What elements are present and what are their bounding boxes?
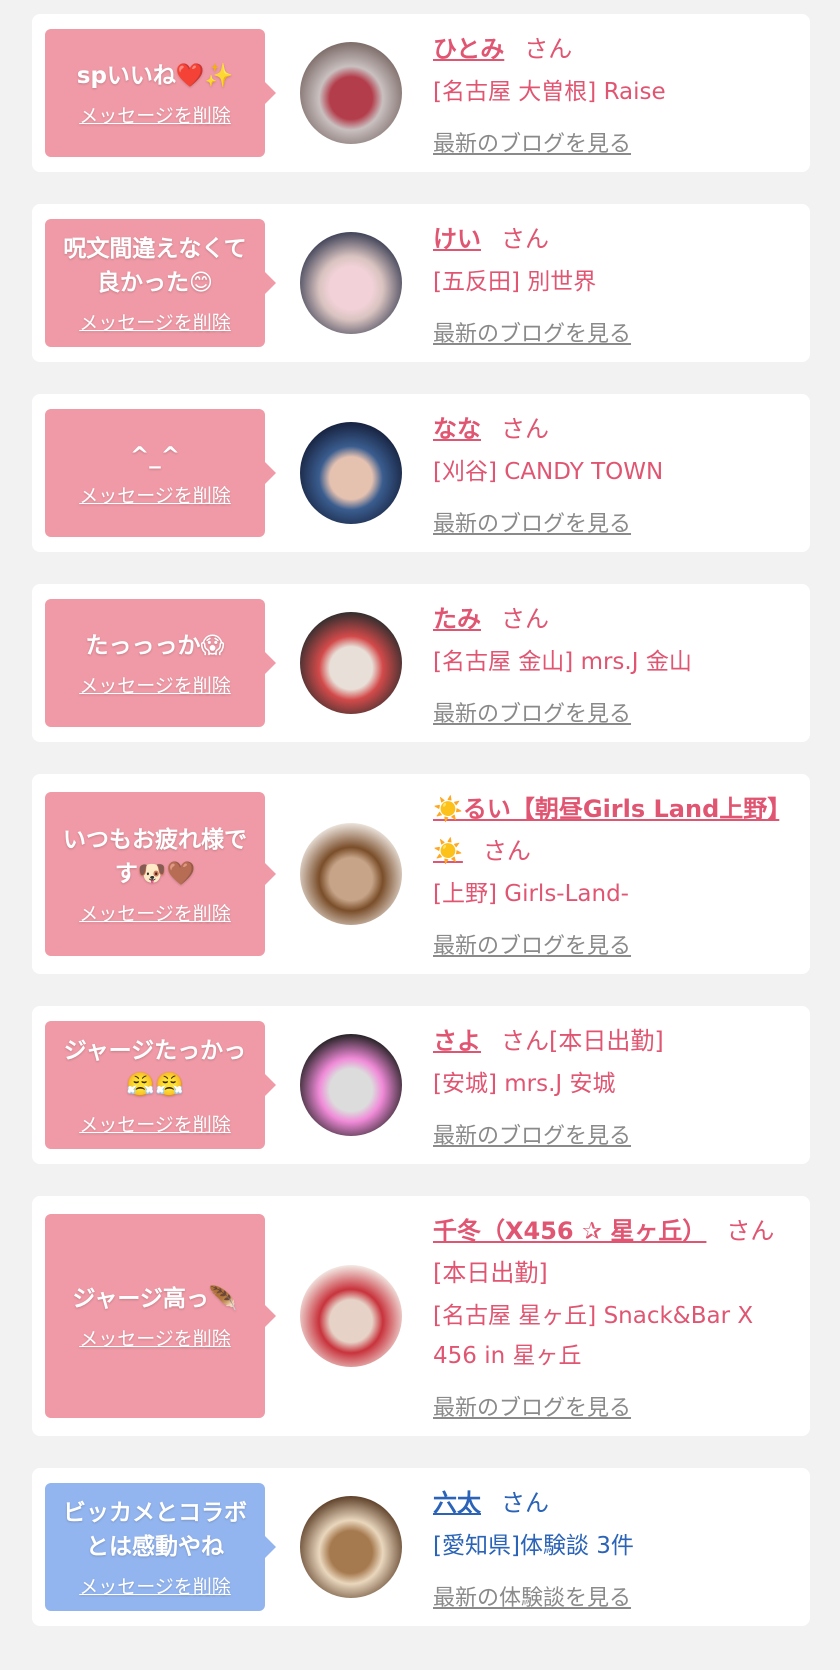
message-text: いつもお疲れ様です🐶🤎 — [63, 826, 247, 887]
sender-info: さよ さん[本日出勤] [安城] mrs.J 安城最新のブログを見る — [433, 1020, 810, 1150]
latest-post-link[interactable]: 最新のブログを見る — [433, 1390, 784, 1422]
avatar[interactable] — [300, 823, 402, 925]
honorific-suffix: さん — [482, 837, 531, 865]
sender-info: 六太 さん [愛知県]体験談 3件最新の体験談を見る — [433, 1482, 810, 1612]
message-card: たっっっか😱 メッセージを削除 たみ さん [名古屋 金山] mrs.J 金山最新のブロ… — [32, 584, 810, 742]
message-bubble: spいいね❤️✨ メッセージを削除 — [45, 29, 276, 157]
message-bubble: たっっっか😱 メッセージを削除 — [45, 599, 276, 727]
latest-post-link[interactable]: 最新のブログを見る — [433, 126, 784, 158]
message-card: ジャージたっかっ😤😤 メッセージを削除 さよ さん[本日出勤] [安城] mrs.J 安… — [32, 1006, 810, 1164]
message-text: spいいね❤️✨ — [76, 62, 234, 89]
sender-info: けい さん [五反田] 別世界最新のブログを見る — [433, 218, 810, 348]
shop-location: [愛知県]体験談 3件 — [433, 1533, 634, 1559]
avatar[interactable] — [300, 422, 402, 524]
sender-name-line: ☀️るい【朝昼Girls Land上野】☀️ さん — [433, 788, 784, 872]
sender-info: なな さん [刈谷] CANDY TOWN 最新のブログを見る — [433, 408, 810, 538]
message-card: いつもお疲れ様です🐶🤎 メッセージを削除 ☀️るい【朝昼Girls Land上野】☀… — [32, 774, 810, 974]
delete-message-link[interactable]: メッセージを削除 — [79, 101, 231, 128]
message-text: ジャージたっかっ😤😤 — [63, 1037, 247, 1098]
latest-post-link[interactable]: 最新のブログを見る — [433, 316, 784, 348]
avatar[interactable] — [300, 232, 402, 334]
message-bubble: 呪文間違えなくて良かった😊 メッセージを削除 — [45, 219, 276, 347]
attendance-status: [本日出勤] — [549, 1027, 664, 1055]
message-bubble: ジャージたっかっ😤😤 メッセージを削除 — [45, 1021, 276, 1149]
delete-message-link[interactable]: メッセージを削除 — [79, 1572, 231, 1599]
latest-post-link[interactable]: 最新のブログを見る — [433, 506, 784, 538]
shop-location: [刈谷] CANDY TOWN — [433, 459, 664, 485]
latest-post-link[interactable]: 最新のブログを見る — [433, 928, 784, 960]
shop-location: [五反田] 別世界 — [433, 269, 597, 295]
message-bubble: いつもお疲れ様です🐶🤎 メッセージを削除 — [45, 792, 276, 956]
message-text: たっっっか😱 — [85, 632, 225, 659]
sender-name-line: 千冬（X456 ✰ 星ヶ丘） さん [本日出勤] — [433, 1210, 784, 1294]
latest-post-link[interactable]: 最新のブログを見る — [433, 1118, 784, 1150]
sender-name-link[interactable]: たみ — [433, 605, 481, 633]
avatar[interactable] — [300, 1496, 402, 1598]
message-text: ビッカメとコラボとは感動やね — [63, 1499, 247, 1560]
sender-info: たみ さん [名古屋 金山] mrs.J 金山最新のブログを見る — [433, 598, 810, 728]
message-card: ^_^ メッセージを削除 なな さん [刈谷] CANDY TOWN 最新のブログを見る — [32, 394, 810, 552]
latest-post-link[interactable]: 最新のブログを見る — [433, 696, 784, 728]
sender-name-link[interactable]: ひとみ — [433, 35, 504, 63]
avatar[interactable] — [300, 42, 402, 144]
sender-name-line: ひとみ さん — [433, 28, 784, 70]
avatar[interactable] — [300, 1034, 402, 1136]
attendance-status: [本日出勤] — [433, 1259, 548, 1287]
message-card: 呪文間違えなくて良かった😊 メッセージを削除 けい さん [五反田] 別世界最新のブログ… — [32, 204, 810, 362]
sender-name-line: たみ さん — [433, 598, 784, 640]
avatar[interactable] — [300, 612, 402, 714]
message-card: ジャージ高っ🪶 メッセージを削除 千冬（X456 ✰ 星ヶ丘） さん [本日出勤] [名古… — [32, 1196, 810, 1436]
honorific-suffix: さん — [524, 35, 573, 63]
shop-location: [安城] mrs.J 安城 — [433, 1071, 616, 1097]
sender-name-line: なな さん — [433, 408, 784, 450]
sender-name-link[interactable]: けい — [433, 225, 481, 253]
avatar[interactable] — [300, 1265, 402, 1367]
delete-message-link[interactable]: メッセージを削除 — [79, 1110, 231, 1137]
honorific-suffix: さん — [501, 1027, 549, 1055]
message-bubble: ビッカメとコラボとは感動やねメッセージを削除 — [45, 1483, 276, 1611]
shop-location: [上野] Girls-Land- — [433, 881, 629, 907]
sender-name-link[interactable]: なな — [433, 415, 481, 443]
sender-name-line: けい さん — [433, 218, 784, 260]
message-text: ^_^ — [129, 442, 181, 469]
sender-name-link[interactable]: 千冬（X456 ✰ 星ヶ丘） — [433, 1217, 706, 1245]
sender-info: 千冬（X456 ✰ 星ヶ丘） さん [本日出勤] [名古屋 星ヶ丘] Snack&Ba… — [433, 1210, 810, 1422]
honorific-suffix: さん — [501, 1489, 549, 1517]
message-bubble: ^_^ メッセージを削除 — [45, 409, 276, 537]
message-card: ビッカメとコラボとは感動やねメッセージを削除 六太 さん [愛知県]体験談 3件最新の… — [32, 1468, 810, 1626]
sender-info: ☀️るい【朝昼Girls Land上野】☀️ さん [上野] Girls-Land-… — [433, 788, 810, 960]
sender-name-link[interactable]: さよ — [433, 1027, 481, 1055]
delete-message-link[interactable]: メッセージを削除 — [79, 481, 231, 508]
message-text: ジャージ高っ🪶 — [72, 1285, 238, 1312]
delete-message-link[interactable]: メッセージを削除 — [79, 1324, 231, 1351]
honorific-suffix: さん — [501, 225, 549, 253]
delete-message-link[interactable]: メッセージを削除 — [79, 671, 231, 698]
message-list: spいいね❤️✨ メッセージを削除 ひとみ さん [名古屋 大曽根] Raise 最新のブ… — [0, 0, 840, 1626]
sender-name-line: 六太 さん — [433, 1482, 784, 1524]
honorific-suffix: さん — [501, 605, 549, 633]
delete-message-link[interactable]: メッセージを削除 — [79, 308, 231, 335]
honorific-suffix: さん — [501, 415, 549, 443]
sender-name-link[interactable]: 六太 — [433, 1489, 481, 1517]
shop-location: [名古屋 大曽根] Raise — [433, 79, 666, 105]
honorific-suffix: さん — [726, 1217, 775, 1245]
delete-message-link[interactable]: メッセージを削除 — [79, 899, 231, 926]
sender-name-line: さよ さん[本日出勤] — [433, 1020, 784, 1062]
shop-location: [名古屋 星ヶ丘] Snack&Bar X 456 in 星ヶ丘 — [433, 1303, 754, 1369]
message-text: 呪文間違えなくて良かった😊 — [63, 235, 247, 296]
latest-post-link[interactable]: 最新の体験談を見る — [433, 1580, 784, 1612]
shop-location: [名古屋 金山] mrs.J 金山 — [433, 649, 692, 675]
message-bubble: ジャージ高っ🪶 メッセージを削除 — [45, 1214, 276, 1418]
sender-info: ひとみ さん [名古屋 大曽根] Raise 最新のブログを見る — [433, 28, 810, 158]
message-card: spいいね❤️✨ メッセージを削除 ひとみ さん [名古屋 大曽根] Raise 最新のブ… — [32, 14, 810, 172]
